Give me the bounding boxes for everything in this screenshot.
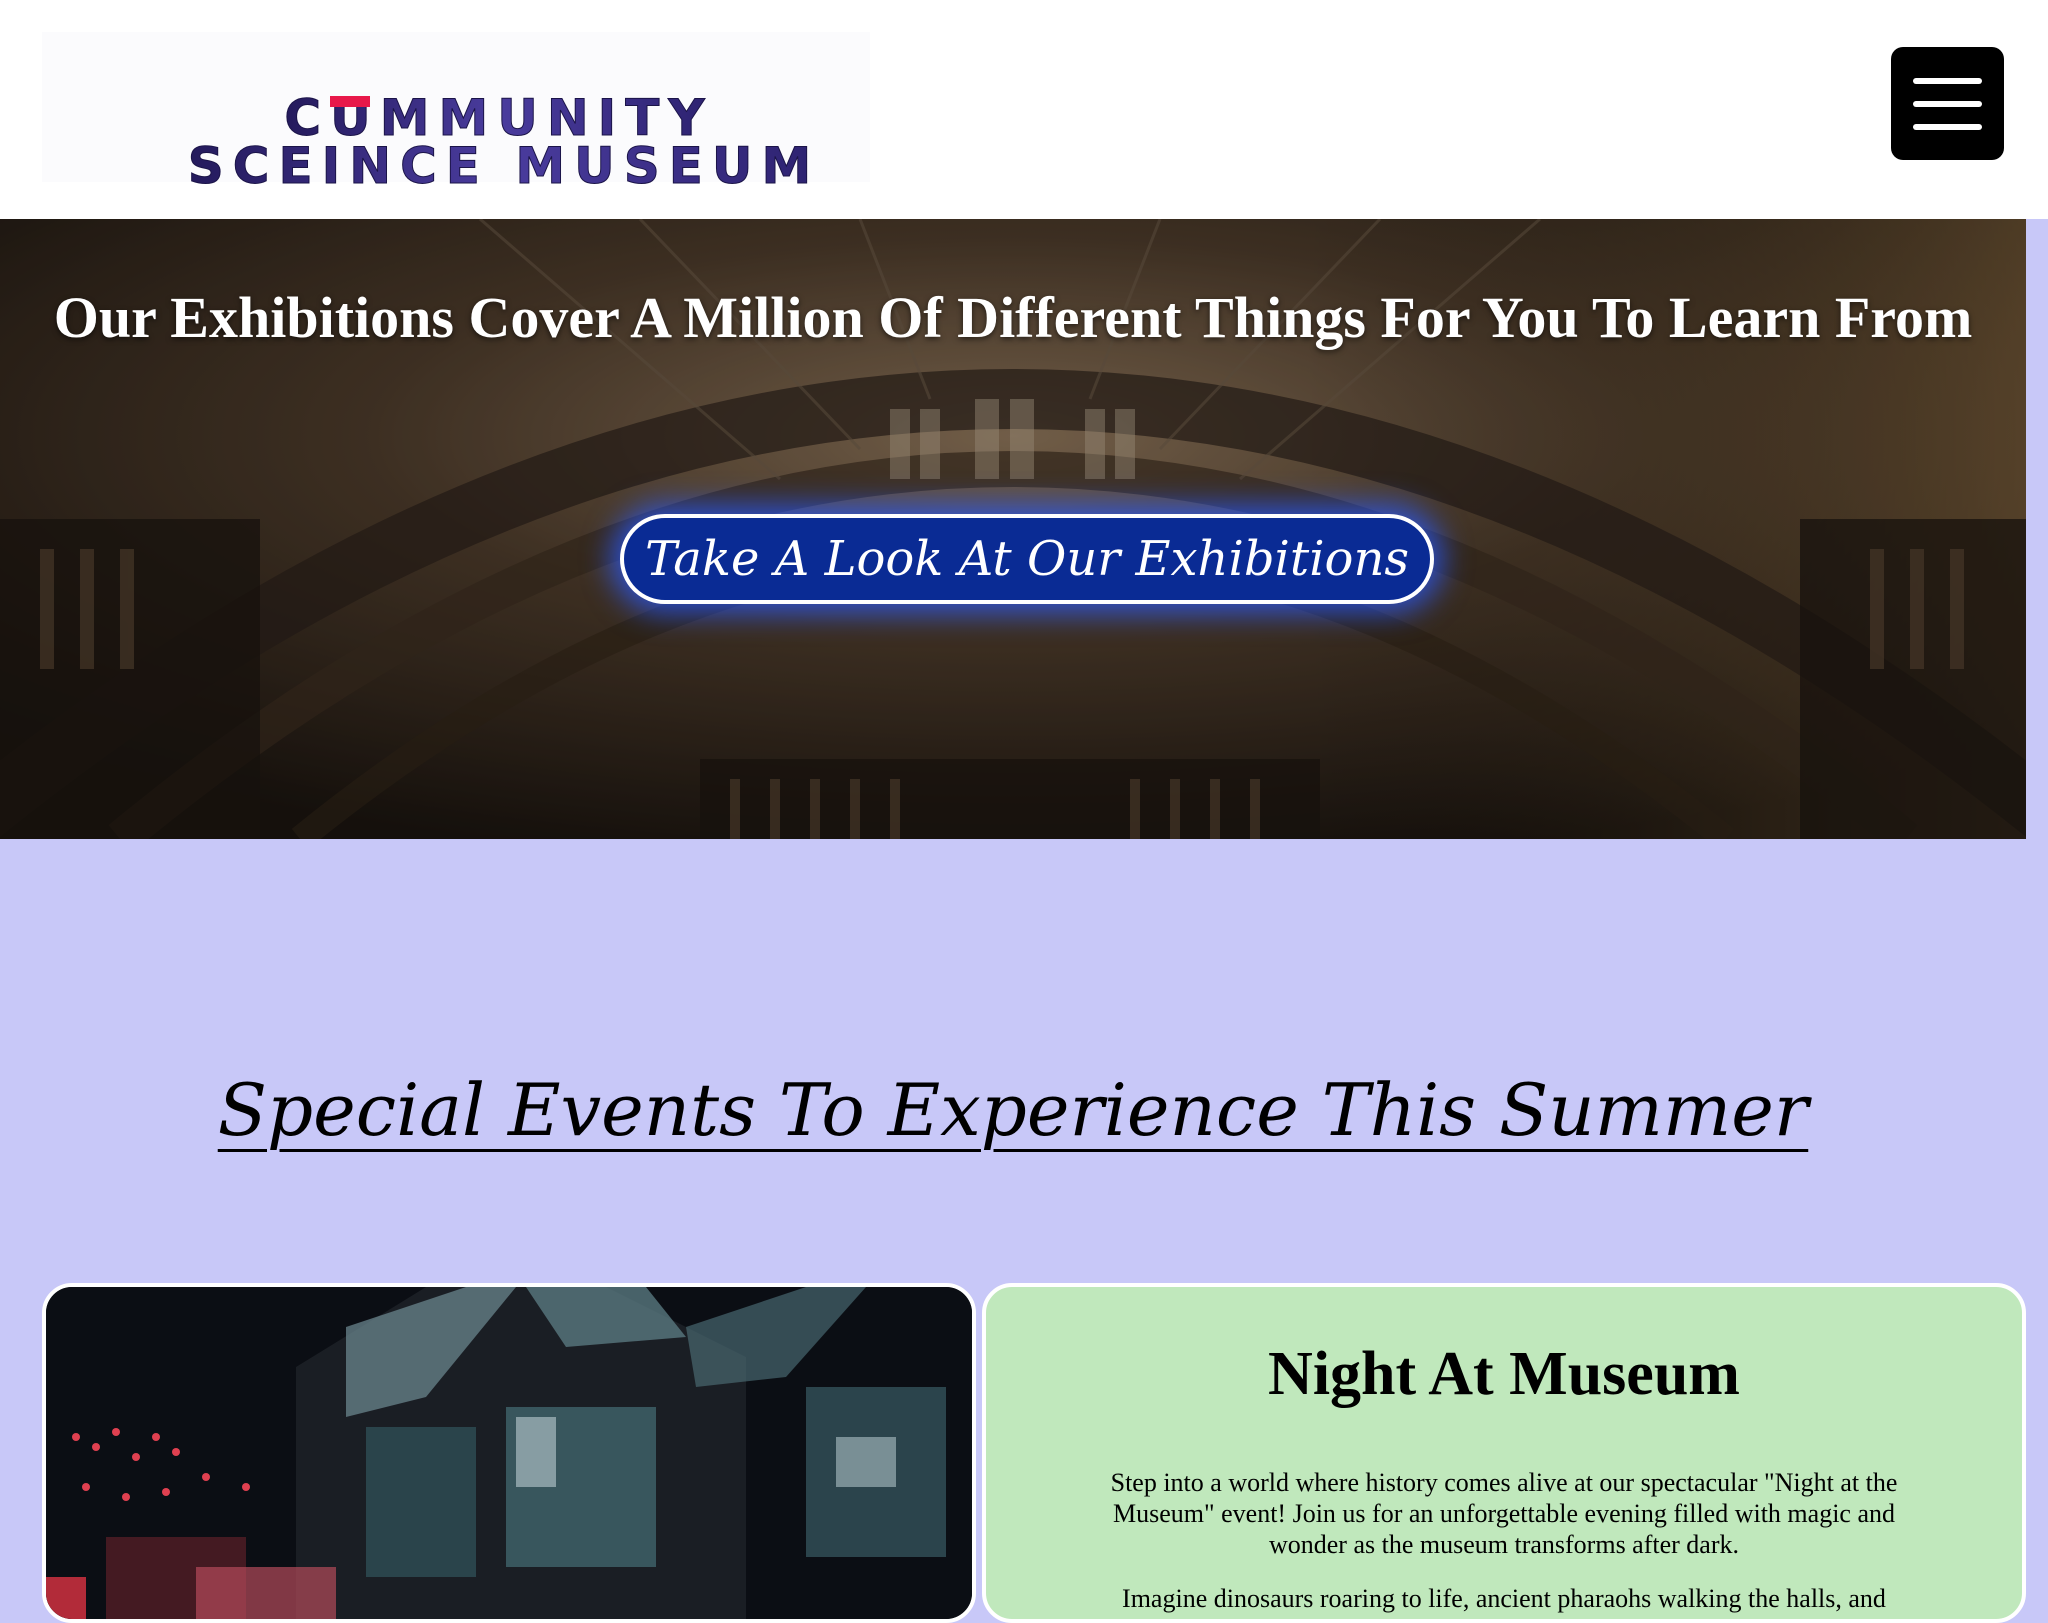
hamburger-menu-icon: [1913, 78, 1982, 84]
hamburger-menu-icon-bar-3: [1913, 124, 1982, 130]
hero-title: Our Exhibitions Cover A Million Of Diffe…: [53, 285, 1973, 350]
special-events-heading: Special Events To Experience This Summer: [217, 1068, 1809, 1152]
logo-line-2: SCEINCE MUSEUM: [188, 137, 820, 192]
hamburger-menu-button[interactable]: [1891, 47, 2004, 160]
hero-banner: Our Exhibitions Cover A Million Of Diffe…: [0, 219, 2026, 839]
event-card-description: Step into a world where history comes al…: [1110, 1468, 1898, 1559]
event-card-title: Night At Museum: [1268, 1340, 1740, 1408]
screens-installation-image: [46, 1287, 972, 1619]
logo-container[interactable]: CUMMUNITY SCEINCE MUSEUM: [42, 32, 870, 192]
museum-logo[interactable]: CUMMUNITY SCEINCE MUSEUM: [154, 92, 854, 192]
hamburger-menu-icon-bar-2: [1913, 101, 1982, 107]
event-card-description-continued: Imagine dinosaurs roaring to life, ancie…: [1122, 1584, 1886, 1613]
site-header: CUMMUNITY SCEINCE MUSEUM: [0, 0, 2048, 219]
logo-accent-mark: [330, 96, 370, 107]
view-exhibitions-button[interactable]: Take A Look At Our Exhibitions: [620, 514, 1434, 604]
event-card-night-at-museum: Night At Museum Step into a world where …: [982, 1283, 2026, 1623]
event-image-night-at-museum: [42, 1283, 976, 1623]
